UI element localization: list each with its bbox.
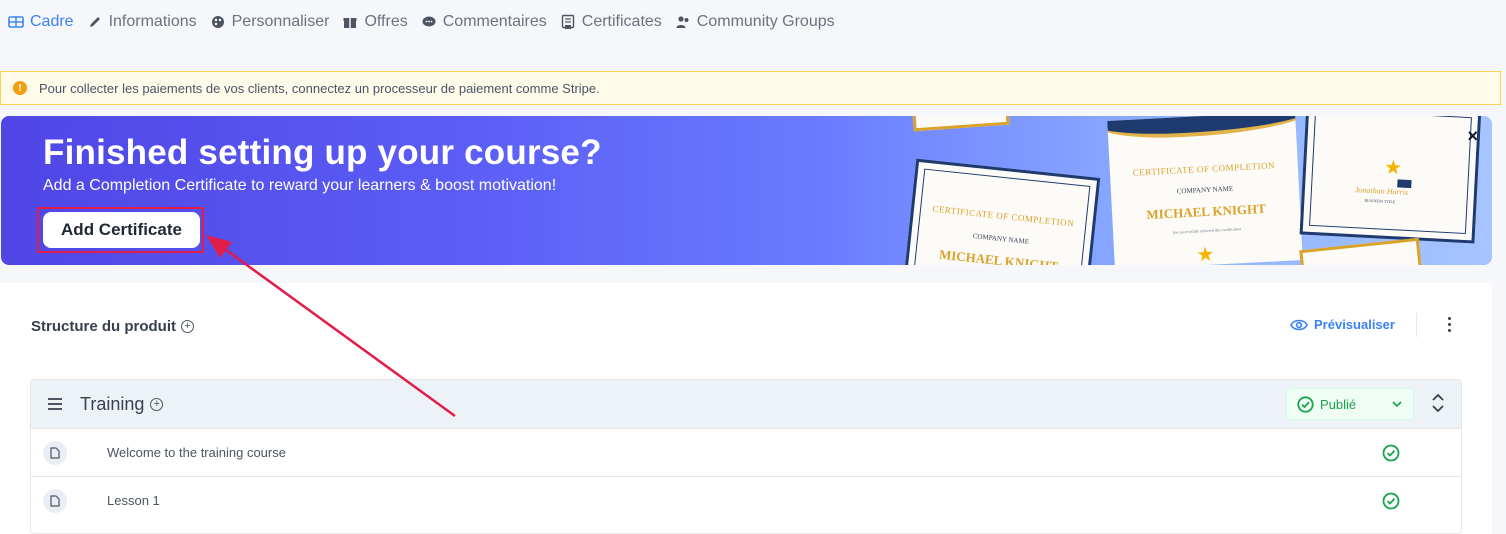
pencil-icon — [89, 17, 100, 27]
annotation-highlight-box: Add Certificate — [37, 207, 204, 253]
info-icon: ! — [13, 81, 27, 95]
comment-icon — [422, 16, 436, 27]
tab-label: Offres — [364, 13, 408, 30]
certificate-company: COMPANY NAME — [1176, 184, 1234, 196]
certificate-illustration: CERTIFICATE OF COMPLETION COMPANY NAME M… — [891, 116, 1491, 265]
banner-close-button[interactable]: × — [1467, 126, 1478, 147]
tab-label: Commentaires — [442, 13, 547, 30]
tab-certificates[interactable]: Certificates — [560, 13, 662, 31]
certificate-icon — [561, 14, 574, 29]
certificate-card: CERTIFICATE OF COMPLETION COMPANY NAME M… — [1107, 116, 1303, 265]
lesson-title[interactable]: Welcome to the training course — [107, 445, 286, 460]
tab-label: Community Groups — [696, 13, 835, 30]
check-circle-icon — [1297, 395, 1314, 413]
product-structure-card: Structure du produit + Prévisualiser Tra… — [0, 283, 1492, 534]
module-title[interactable]: Training — [80, 394, 144, 415]
lesson-row[interactable]: Welcome to the training course — [31, 428, 1461, 476]
certificate-note: has successfully achieved this certifica… — [1172, 226, 1242, 235]
tab-label: Cadre — [30, 13, 74, 30]
layout-icon — [8, 16, 24, 28]
more-options-icon[interactable] — [1444, 317, 1455, 332]
tab-label: Personnaliser — [231, 13, 330, 30]
certificate-card — [912, 116, 1010, 132]
certificate-card: ★ Jonathan Harris BUSINESS TITLE — [1299, 116, 1482, 244]
tab-community-groups[interactable]: Community Groups — [675, 13, 835, 31]
certificate-promo-banner: Finished setting up your course? Add a C… — [1, 116, 1492, 265]
tab-cadre[interactable]: Cadre — [8, 13, 74, 31]
status-dropdown[interactable]: Publié — [1286, 388, 1414, 420]
lesson-row[interactable]: Lesson 1 — [31, 476, 1461, 524]
lesson-title[interactable]: Lesson 1 — [107, 493, 160, 508]
add-certificate-button[interactable]: Add Certificate — [43, 212, 200, 248]
tab-bar: Cadre Informations Personnaliser Offres … — [8, 13, 835, 31]
document-icon — [43, 489, 67, 513]
module-header: Training + Publié — [31, 380, 1461, 428]
expand-collapse-icon[interactable] — [1431, 392, 1445, 414]
document-icon — [43, 441, 67, 465]
tab-label: Informations — [108, 13, 197, 30]
check-circle-icon — [1382, 492, 1400, 510]
tab-label: Certificates — [581, 13, 662, 30]
users-icon — [676, 16, 689, 28]
trophy-icon: ★ — [1383, 156, 1403, 180]
tab-informations[interactable]: Informations — [87, 13, 197, 31]
tab-personnaliser[interactable]: Personnaliser — [210, 13, 330, 31]
add-lesson-icon[interactable]: + — [150, 398, 164, 411]
module-block: Training + Publié Welcome to the trainin… — [30, 379, 1462, 534]
preview-button[interactable]: Prévisualiser — [1290, 317, 1395, 332]
module-title-wrap: Training + — [80, 394, 164, 415]
palette-icon — [211, 16, 224, 28]
banner-title: Finished setting up your course? — [43, 133, 602, 172]
preview-label: Prévisualiser — [1314, 317, 1395, 332]
warning-text: Pour collecter les paiements de vos clie… — [39, 80, 600, 96]
eye-icon — [1290, 319, 1308, 330]
certificate-card — [1299, 237, 1423, 265]
certificate-card: CERTIFICATE OF COMPLETION COMPANY NAME M… — [902, 158, 1101, 265]
tab-commentaires[interactable]: Commentaires — [421, 13, 547, 31]
drag-handle-icon[interactable] — [48, 398, 62, 413]
gift-icon — [343, 18, 357, 28]
banner-subtitle: Add a Completion Certificate to reward y… — [43, 177, 557, 194]
star-icon: ★ — [1195, 243, 1215, 265]
check-circle-icon — [1382, 444, 1400, 462]
certificate-title: CERTIFICATE OF COMPLETION — [1132, 160, 1276, 178]
payment-warning-banner: ! Pour collecter les paiements de vos cl… — [0, 71, 1501, 105]
chevron-down-icon — [1392, 401, 1402, 408]
status-label: Publié — [1320, 396, 1357, 412]
structure-heading: Structure du produit + — [31, 318, 194, 335]
certificate-person: MICHAEL KNIGHT — [1146, 200, 1267, 223]
divider — [1416, 313, 1417, 337]
add-module-icon[interactable]: + — [181, 320, 194, 333]
structure-title: Structure du produit — [31, 318, 176, 335]
tab-offres[interactable]: Offres — [342, 13, 408, 31]
